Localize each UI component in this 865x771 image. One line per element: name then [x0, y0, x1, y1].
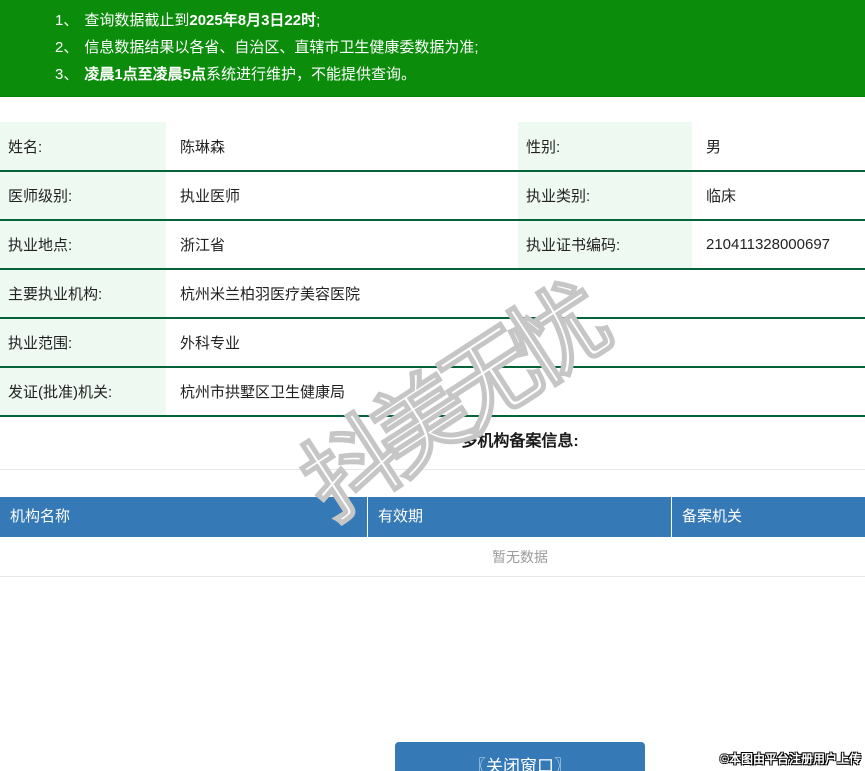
notice-line-2: 2、 信息数据结果以各省、自治区、直辖市卫生健康委数据为准; — [55, 34, 865, 61]
field-value-doctor-level: 执业医师 — [166, 171, 518, 221]
table-row: 执业范围: 外科专业 — [0, 318, 865, 368]
notice-text: 系统进行维护，不能提供查询。 — [206, 66, 417, 83]
notice-number: 1、 — [55, 12, 79, 29]
field-value-practice-location: 浙江省 — [166, 220, 518, 270]
empty-data-placeholder: 暂无数据 — [0, 537, 865, 577]
notice-bold-text: 凌晨1点至凌晨5点 — [84, 66, 207, 83]
field-label-practice-location: 执业地点: — [0, 220, 166, 270]
org-column-institution-name: 机构名称 — [0, 497, 368, 537]
table-row: 主要执业机构: 杭州米兰柏羽医疗美容医院 — [0, 269, 865, 319]
field-value-name: 陈琳森 — [166, 122, 518, 172]
field-value-issuing-authority: 杭州市拱墅区卫生健康局 — [166, 367, 865, 417]
field-label-issuing-authority: 发证(批准)机关: — [0, 367, 166, 417]
multi-org-section-title: 多机构备案信息: — [0, 417, 865, 470]
field-label-practice-scope: 执业范围: — [0, 318, 166, 368]
close-window-button[interactable]: 〖关闭窗口〗 — [395, 742, 645, 771]
query-result-page: 1、 查询数据截止到2025年8月3日22时; 2、 信息数据结果以各省、自治区、直… — [0, 0, 865, 771]
field-label-practice-category: 执业类别: — [518, 171, 692, 221]
field-value-practice-scope: 外科专业 — [166, 318, 865, 368]
notice-bar: 1、 查询数据截止到2025年8月3日22时; 2、 信息数据结果以各省、自治区、直… — [0, 0, 865, 97]
org-table-header: 机构名称 有效期 备案机关 — [0, 497, 865, 537]
notice-line-3: 3、 凌晨1点至凌晨5点系统进行维护，不能提供查询。 — [55, 61, 865, 88]
notice-bold-text: 2025年8月3日22时 — [189, 12, 317, 29]
field-label-gender: 性别: — [518, 122, 692, 172]
field-label-name: 姓名: — [0, 122, 166, 172]
page-viewport: 1、 查询数据截止到2025年8月3日22时; 2、 信息数据结果以各省、自治区、直… — [0, 0, 865, 771]
field-value-certificate-number: 210411328000697 — [692, 220, 865, 270]
notice-number: 2、 — [55, 39, 79, 56]
field-label-main-institution: 主要执业机构: — [0, 269, 166, 319]
field-value-main-institution: 杭州米兰柏羽医疗美容医院 — [166, 269, 865, 319]
table-row: 姓名: 陈琳森 性别: 男 — [0, 122, 865, 172]
field-value-practice-category: 临床 — [692, 171, 865, 221]
field-label-certificate-number: 执业证书编码: — [518, 220, 692, 270]
org-column-validity-period: 有效期 — [368, 497, 672, 537]
table-row: 执业地点: 浙江省 执业证书编码: 210411328000697 — [0, 220, 865, 270]
button-row: 〖关闭窗口〗 — [0, 742, 865, 771]
notice-number: 3、 — [55, 66, 79, 83]
field-value-gender: 男 — [692, 122, 865, 172]
notice-line-1: 1、 查询数据截止到2025年8月3日22时; — [55, 7, 865, 34]
notice-text: 信息数据结果以各省、自治区、直辖市卫生健康委数据为准; — [84, 39, 479, 56]
table-row: 发证(批准)机关: 杭州市拱墅区卫生健康局 — [0, 367, 865, 417]
notice-text: ; — [316, 12, 321, 29]
doctor-info-table: 姓名: 陈琳森 性别: 男 医师级别: 执业医师 执业类别: 临床 执业地点: … — [0, 122, 865, 417]
table-row: 医师级别: 执业医师 执业类别: 临床 — [0, 171, 865, 221]
field-label-doctor-level: 医师级别: — [0, 171, 166, 221]
notice-text: 查询数据截止到 — [84, 12, 190, 29]
org-column-filing-authority: 备案机关 — [682, 508, 743, 525]
